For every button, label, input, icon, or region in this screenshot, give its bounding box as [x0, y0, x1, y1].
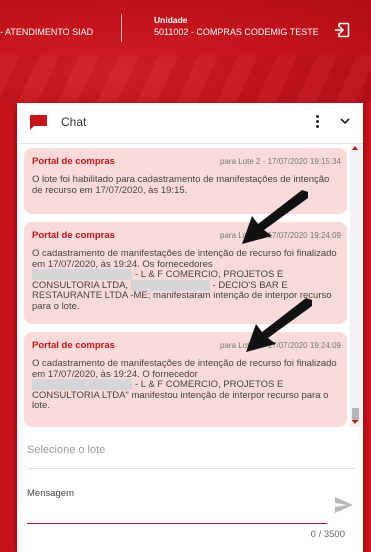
redacted-supplier [32, 379, 133, 390]
message-body: O cadastramento de manifestações de inte… [32, 358, 338, 412]
arrow-pointer-icon [246, 298, 312, 352]
redacted-supplier [32, 269, 133, 280]
header-divider [121, 14, 122, 42]
message-sender: Portal de compras [32, 340, 115, 351]
message-label: Mensagem [27, 488, 74, 499]
redacted-supplier [130, 279, 210, 291]
message-input[interactable] [27, 503, 327, 524]
exit-icon[interactable] [334, 22, 350, 38]
message-sender: Portal de compras [32, 156, 115, 167]
send-icon[interactable] [335, 497, 353, 513]
message-text: O cadastramento de manifestações de inte… [32, 358, 337, 380]
chat-header[interactable]: Chat [17, 103, 363, 144]
scroll-up-icon[interactable] [352, 146, 358, 150]
header-texture [0, 55, 371, 103]
character-counter: 0 / 3500 [310, 529, 345, 540]
message-list[interactable]: Portal de compras para Lote 2 - 17/07/20… [17, 144, 363, 427]
lot-select[interactable]: Selecione o lote [27, 444, 355, 469]
more-vert-icon[interactable] [313, 113, 321, 131]
message-meta: para Lote 2 - 17/07/2020 19:15:34 [220, 157, 341, 166]
chat-bubble-icon [30, 115, 47, 130]
chevron-down-icon[interactable] [339, 115, 351, 127]
arrow-pointer-icon [242, 190, 308, 244]
top-header: - ATENDIMENTO SIAD Unidade 5011002 - COM… [0, 0, 371, 103]
unit-value: 5011002 - COMPRAS CODEMIG TESTE [154, 27, 319, 37]
unit-label: Unidade [154, 15, 188, 25]
scrollbar[interactable] [350, 144, 361, 427]
message-text: O cadastramento de manifestações de inte… [32, 248, 337, 270]
scroll-down-icon[interactable] [352, 420, 358, 424]
header-context-text: - ATENDIMENTO SIAD [0, 27, 94, 37]
message-sender: Portal de compras [32, 230, 115, 241]
chat-title: Chat [61, 115, 87, 129]
